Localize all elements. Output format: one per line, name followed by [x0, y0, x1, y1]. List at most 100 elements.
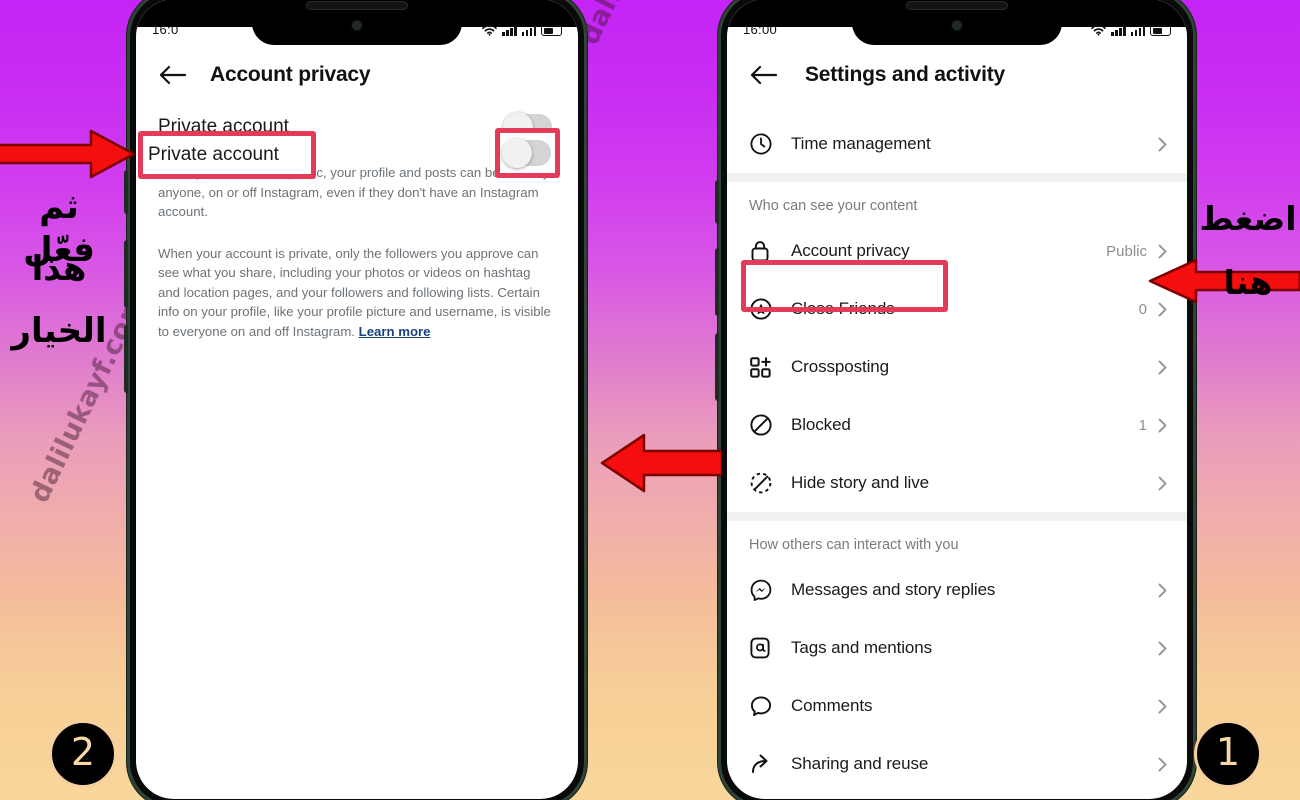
annotation-arabic-left-line3: الخيار — [11, 311, 107, 351]
section-divider — [727, 512, 1187, 521]
signal-bars-sim2 — [521, 25, 536, 36]
chevron-right-icon — [1158, 699, 1167, 713]
at-icon — [749, 636, 779, 660]
battery-icon — [541, 25, 565, 36]
phone-right-screen: 16:00 Settings and activity Time managem… — [727, 0, 1187, 799]
settings-row-messages-and-story-replies[interactable]: Messages and story replies — [727, 561, 1187, 619]
highlight-label-private-account: Private account — [148, 144, 279, 165]
comment-icon — [749, 694, 779, 718]
phone-right-volume-up-button[interactable] — [715, 248, 719, 316]
chevron-right-icon — [1158, 641, 1167, 655]
status-time: 16:00 — [743, 22, 778, 37]
crosspost-icon — [749, 356, 779, 379]
status-icons — [1091, 24, 1174, 38]
back-arrow-icon[interactable] — [158, 63, 188, 87]
front-camera-icon — [952, 21, 962, 30]
private-account-toggle[interactable] — [503, 112, 552, 142]
annotation-arabic-left-line2: هذا — [31, 249, 87, 289]
signal-bars-sim1 — [1111, 25, 1126, 36]
section-title-who-can-see: Who can see your content — [749, 198, 918, 214]
annotation-arabic-right-line1: اضغط — [1199, 199, 1297, 238]
status-bar-left: 16:0 — [136, 0, 578, 45]
step-badge-2: 2 — [52, 723, 114, 785]
settings-row-tags-and-mentions[interactable]: Tags and mentions — [727, 619, 1187, 677]
settings-row-label: Sharing and reuse — [791, 754, 929, 773]
messenger-icon — [749, 578, 779, 602]
settings-row-label: Blocked — [791, 415, 851, 434]
hide-story-icon — [749, 471, 779, 495]
settings-row-value: 1 — [1138, 416, 1147, 434]
settings-row-hide-story-and-live[interactable]: Hide story and live — [727, 454, 1187, 512]
paragraph-private: When your account is private, only the f… — [158, 244, 552, 342]
front-camera-icon — [352, 21, 362, 30]
status-bar-right: 16:00 — [727, 0, 1187, 45]
settings-row-value: Public — [1106, 242, 1147, 260]
block-icon — [749, 413, 779, 437]
phone-right-volume-down-button[interactable] — [715, 333, 719, 401]
status-time: 16:0 — [152, 22, 179, 37]
settings-row-crossposting[interactable]: Crossposting — [727, 338, 1187, 396]
signal-bars-sim2 — [1130, 25, 1145, 36]
section-title-how-others-interact: How others can interact with you — [749, 537, 959, 553]
highlight-toggle[interactable] — [502, 138, 551, 168]
back-arrow-icon[interactable] — [749, 63, 779, 87]
phone-left-volume-down-button[interactable] — [124, 325, 128, 393]
chevron-right-icon — [1158, 418, 1167, 432]
phone-left-screen: 16:0 Account privacy Private account Whe… — [136, 0, 578, 799]
step-badge-1-number: 1 — [1215, 730, 1241, 774]
settings-row-blocked[interactable]: Blocked 1 — [727, 396, 1187, 454]
arrow-between-phones — [600, 433, 722, 493]
paragraph-public: When your account is public, your profil… — [158, 165, 550, 220]
annotation-arabic-right-line2: هنا — [1223, 263, 1273, 302]
highlight-toggle-knob — [502, 138, 532, 168]
watermark-top: dalilukayf.com — [574, 0, 702, 50]
private-account-label: Private account — [158, 116, 289, 137]
account-privacy-description: When your account is public, your profil… — [136, 153, 578, 341]
settings-row-label: Hide story and live — [791, 473, 929, 492]
phone-left-volume-up-button[interactable] — [124, 240, 128, 308]
settings-row-time-management[interactable]: Time management — [727, 115, 1187, 173]
chevron-right-icon — [1158, 757, 1167, 771]
wifi-icon — [1091, 24, 1106, 36]
signal-bars-sim1 — [502, 25, 517, 36]
arrow-to-private-account — [0, 129, 136, 179]
battery-icon — [1150, 25, 1174, 36]
clock-icon — [749, 132, 779, 156]
settings-row-label: Crossposting — [791, 357, 890, 376]
settings-row-label: Messages and story replies — [791, 580, 996, 599]
learn-more-link[interactable]: Learn more — [359, 324, 431, 339]
step-badge-1: 1 — [1197, 723, 1259, 785]
app-header-right: Settings and activity — [727, 45, 1187, 101]
page-title: Settings and activity — [805, 63, 1006, 86]
step-badge-2-number: 2 — [70, 730, 96, 774]
settings-row-label: Account privacy — [791, 241, 910, 260]
settings-row-label: Comments — [791, 696, 873, 715]
settings-row-account-privacy[interactable]: Account privacy Public — [727, 222, 1187, 280]
app-header-left: Account privacy — [136, 45, 578, 101]
settings-row-label: Close Friends — [791, 299, 895, 318]
settings-row-sharing-and-reuse[interactable]: Sharing and reuse — [727, 735, 1187, 793]
phone-right: 16:00 Settings and activity Time managem… — [715, 0, 1196, 800]
paragraph-private-text: When your account is private, only the f… — [158, 245, 551, 339]
chevron-right-icon — [1158, 360, 1167, 374]
settings-row-value: 0 — [1138, 300, 1147, 318]
settings-row-label: Tags and mentions — [791, 638, 932, 657]
lock-icon — [749, 239, 779, 263]
section-divider — [727, 173, 1187, 182]
status-icons — [482, 24, 565, 38]
settings-row-comments[interactable]: Comments — [727, 677, 1187, 735]
chevron-right-icon — [1158, 476, 1167, 490]
chevron-right-icon — [1158, 244, 1167, 258]
page-title: Account privacy — [210, 63, 371, 86]
earpiece-speaker — [906, 1, 1008, 10]
earpiece-speaker — [306, 1, 408, 10]
chevron-right-icon — [1158, 137, 1167, 151]
star-circle-icon — [749, 297, 779, 321]
wifi-icon — [482, 24, 497, 36]
share-icon — [749, 752, 779, 776]
settings-row-label: Time management — [791, 134, 931, 153]
settings-row-close-friends[interactable]: Close Friends 0 — [727, 280, 1187, 338]
chevron-right-icon — [1158, 583, 1167, 597]
phone-left: 16:0 Account privacy Private account Whe… — [124, 0, 587, 800]
phone-right-mute-button[interactable] — [715, 180, 719, 224]
